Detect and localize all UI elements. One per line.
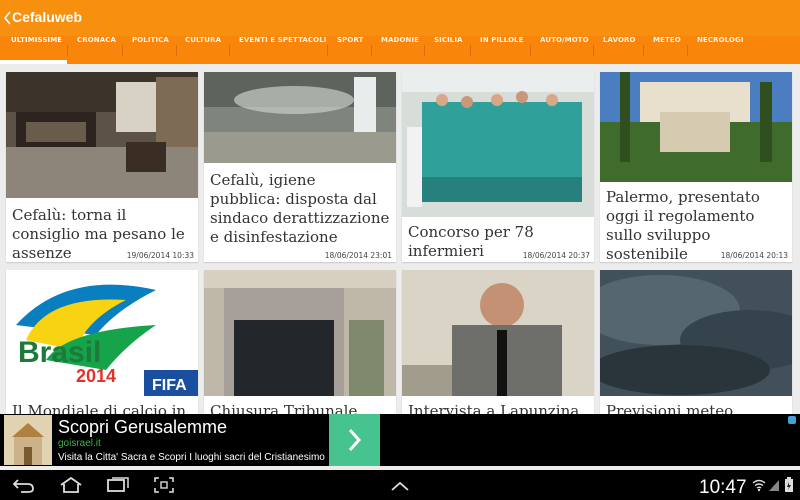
article-card[interactable]: Previsioni meteo giorno di 19 xyxy=(600,270,792,414)
tab-divider xyxy=(424,45,425,56)
svg-text:2014: 2014 xyxy=(76,366,116,386)
article-card[interactable]: Chiusura Tribunale xyxy=(204,270,396,414)
article-title[interactable]: Cefalù, igiene pubblica: disposta dal si… xyxy=(210,171,390,247)
tab-necrologi[interactable]: Necrologi xyxy=(697,36,744,64)
tab-divider xyxy=(229,45,230,56)
tab-sicilia[interactable]: Sicilia xyxy=(434,36,463,64)
article-card[interactable]: Brasil 2014 FIFA Il Mondiale di calcio i… xyxy=(6,270,198,414)
battery-icon xyxy=(785,477,793,492)
nurses-group-photo xyxy=(402,72,594,217)
tab-meteo[interactable]: Meteo xyxy=(653,36,681,64)
category-tabs: Ultimissime Cronaca Politica Cultura Eve… xyxy=(0,36,800,64)
ad-title[interactable]: Scopri Gerusalemme xyxy=(58,417,227,438)
tab-cronaca[interactable]: Cronaca xyxy=(77,36,116,64)
tab-eventi-e-spettacoli[interactable]: Eventi e spettacoli xyxy=(239,36,326,64)
ad-open-button[interactable] xyxy=(329,414,380,466)
svg-text:FIFA: FIFA xyxy=(152,377,187,394)
article-grid: Cefalù: torna il consiglio ma pesano le … xyxy=(0,64,800,414)
tab-divider xyxy=(530,45,531,56)
article-title[interactable]: Previsioni meteo giorno di 19 xyxy=(606,402,786,414)
tab-divider xyxy=(643,45,644,56)
tab-divider xyxy=(687,45,688,56)
article-title[interactable]: Il Mondiale di calcio in tv xyxy=(12,402,192,414)
ad-thumbnail-image xyxy=(4,415,52,465)
tab-in-pillole[interactable]: In pillole xyxy=(480,36,524,64)
article-card[interactable]: Cefalù: torna il consiglio ma pesano le … xyxy=(6,72,198,262)
tab-cultura[interactable]: Cultura xyxy=(185,36,221,64)
svg-text:Brasil: Brasil xyxy=(18,336,101,369)
article-date: 18/06/2014 23:01 xyxy=(324,251,392,260)
status-clock: 10:47 xyxy=(699,477,747,498)
chevron-right-icon xyxy=(348,428,362,452)
tab-divider xyxy=(176,45,177,56)
article-card[interactable]: Palermo, presentato oggi il regolamento … xyxy=(600,72,792,262)
man-in-suit-photo xyxy=(402,270,594,396)
tab-auto-moto[interactable]: Auto/Moto xyxy=(540,36,589,64)
tab-madonie[interactable]: Madonie xyxy=(381,36,419,64)
ad-description: Visita la Citta' Sacra e Scopri I luoghi… xyxy=(58,452,325,463)
ad-info-icon[interactable] xyxy=(788,416,796,424)
article-date: 19/06/2014 10:33 xyxy=(126,251,194,260)
article-title[interactable]: Chiusura Tribunale xyxy=(210,402,390,414)
pest-control-spray-photo xyxy=(204,72,396,163)
tab-divider xyxy=(470,45,471,56)
ad-banner[interactable]: Scopri Gerusalemme goisrael.it Visita la… xyxy=(0,414,800,466)
app-bar: Cefaluweb xyxy=(0,0,800,36)
tribunal-entrance-photo xyxy=(204,270,396,396)
article-title[interactable]: Intervista a Lapunzina xyxy=(408,402,588,414)
article-date: 18/06/2014 20:37 xyxy=(522,251,590,260)
screenshot-icon[interactable] xyxy=(153,476,175,494)
chevron-up-icon[interactable] xyxy=(390,480,410,492)
palace-gardens-photo xyxy=(600,72,792,182)
tab-divider xyxy=(327,45,328,56)
article-card[interactable]: Intervista a Lapunzina xyxy=(402,270,594,414)
brasil-2014-fifa-logo: Brasil 2014 FIFA xyxy=(6,270,198,396)
article-date: 18/06/2014 20:13 xyxy=(720,251,788,260)
tab-lavoro[interactable]: Lavoro xyxy=(603,36,636,64)
app-title[interactable]: Cefaluweb xyxy=(12,9,82,25)
signal-icon xyxy=(769,480,779,491)
article-card[interactable]: Concorso per 78 infermieri 18/06/2014 20… xyxy=(402,72,594,262)
tab-divider xyxy=(371,45,372,56)
tab-divider xyxy=(593,45,594,56)
tab-divider xyxy=(67,45,68,56)
ad-url[interactable]: goisrael.it xyxy=(58,438,101,449)
recent-apps-icon[interactable] xyxy=(106,477,130,493)
wifi-icon xyxy=(752,479,766,492)
storm-clouds-photo xyxy=(600,270,792,396)
tab-divider xyxy=(122,45,123,56)
tab-politica[interactable]: Politica xyxy=(132,36,169,64)
back-icon[interactable] xyxy=(12,476,36,494)
tab-sport[interactable]: Sport xyxy=(337,36,363,64)
council-room-photo xyxy=(6,72,198,198)
article-card[interactable]: Cefalù, igiene pubblica: disposta dal si… xyxy=(204,72,396,262)
home-icon[interactable] xyxy=(58,476,84,494)
